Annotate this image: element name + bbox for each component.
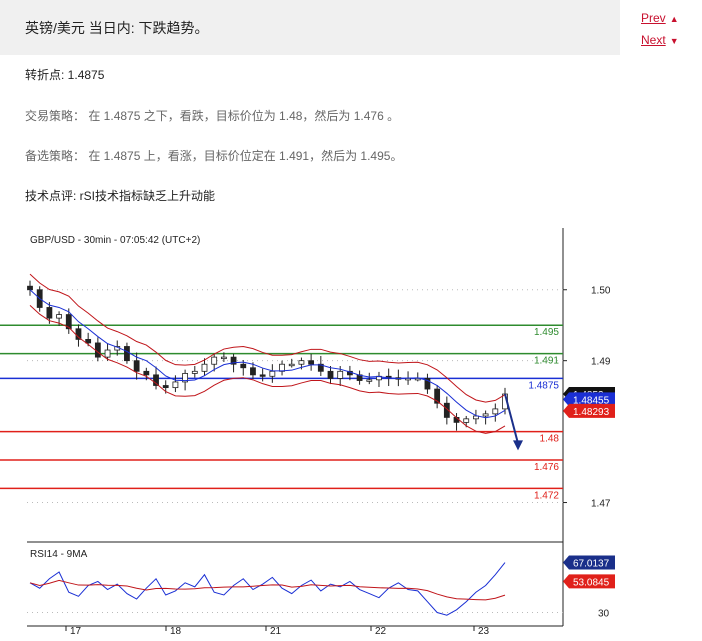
candle	[104, 349, 111, 358]
lower-band-tag-label: 1.48293	[573, 407, 610, 418]
level-label: 1.491	[534, 356, 559, 367]
candle	[46, 307, 53, 319]
candle	[279, 363, 285, 372]
candle	[85, 338, 92, 344]
x-tick-label: 23	[478, 626, 490, 637]
candle	[308, 360, 315, 365]
candle	[143, 370, 150, 376]
comment-label: 技术点评	[25, 189, 74, 203]
pivot-value: : 1.4875	[61, 68, 105, 82]
candle	[162, 385, 169, 389]
price-tick-label: 1.50	[591, 286, 611, 297]
level-label: 1.495	[534, 327, 559, 338]
alt-strategy-label: 备选策略	[25, 149, 74, 163]
strategy-text: ： 在 1.4875 之下，看跌，目标价位为 1.48，然后为 1.476 。	[73, 109, 400, 123]
candle	[201, 363, 208, 372]
strategy-row: 交易策略： 在 1.4875 之下，看跌，目标价位为 1.48，然后为 1.47…	[25, 107, 399, 124]
pivot-label: 转折点	[25, 68, 62, 82]
candle	[27, 285, 33, 291]
candle	[250, 367, 256, 376]
price-tick-label: 1.47	[591, 499, 611, 510]
candle	[191, 370, 198, 374]
rsi-title: RSI14 - 9MA	[30, 549, 88, 560]
candle	[298, 360, 305, 365]
comment-row: 技术点评: rSI技术指标缺乏上升动能	[25, 187, 215, 204]
candle	[288, 363, 295, 367]
candle	[220, 356, 227, 360]
candle	[463, 418, 470, 423]
price-tick-label: 1.49	[591, 357, 611, 368]
candle	[133, 360, 140, 372]
candle	[56, 314, 62, 319]
x-tick-label: 17	[70, 626, 82, 637]
header-bar: 英镑/美元 当日内: 下跌趋势。	[0, 0, 620, 55]
prev-label: Prev	[641, 11, 666, 25]
level-label: 1.48	[540, 434, 560, 445]
rsi-line	[29, 562, 506, 616]
rsi-tick-label: 30	[598, 609, 610, 620]
level-label: 1.476	[534, 462, 559, 473]
chart-title: GBP/USD - 30min - 07:05:42 (UTC+2)	[30, 235, 200, 246]
candle	[482, 413, 489, 417]
page-title: 英镑/美元 当日内: 下跌趋势。	[25, 20, 209, 36]
candle	[172, 381, 179, 389]
candle	[337, 370, 344, 379]
rsi-ma-line	[29, 579, 506, 601]
candle	[366, 379, 373, 382]
x-tick-label: 22	[375, 626, 387, 637]
x-tick-label: 21	[270, 626, 282, 637]
triangle-up-icon: ▲	[669, 14, 679, 24]
comment-text: : rSI技术指标缺乏上升动能	[73, 189, 216, 203]
alt-strategy-row: 备选策略： 在 1.4875 上，看涨，目标价位定在 1.491，然后为 1.4…	[25, 147, 402, 164]
candle	[124, 346, 130, 362]
rsi-ma-tag-label: 53.0845	[573, 577, 610, 588]
pivot-row: 转折点: 1.4875	[25, 66, 104, 83]
candle	[94, 342, 101, 358]
rsi-value-tag-label: 67.0137	[573, 559, 610, 570]
x-tick-label: 18	[170, 626, 182, 637]
candle	[269, 370, 276, 377]
level-label: 1.472	[534, 490, 559, 501]
price-chart: GBP/USD - 30min - 07:05:42 (UTC+2) 1.47 1.…	[0, 228, 615, 637]
candle	[492, 408, 499, 415]
alt-strategy-text: ： 在 1.4875 上，看涨，目标价位定在 1.491，然后为 1.495。	[73, 149, 403, 163]
next-link[interactable]: Next ▼	[641, 33, 679, 47]
arrow-down-icon	[513, 440, 523, 451]
upper-band	[29, 273, 506, 403]
projection-arrow-line	[504, 393, 519, 444]
candle	[327, 370, 334, 379]
next-label: Next	[641, 33, 666, 47]
strategy-label: 交易策略	[25, 109, 74, 123]
level-label: 1.4875	[528, 380, 559, 391]
candle	[259, 374, 266, 377]
candle	[211, 356, 218, 365]
triangle-down-icon: ▼	[669, 36, 679, 46]
candle	[240, 363, 247, 369]
prev-link[interactable]: Prev ▲	[641, 11, 679, 25]
